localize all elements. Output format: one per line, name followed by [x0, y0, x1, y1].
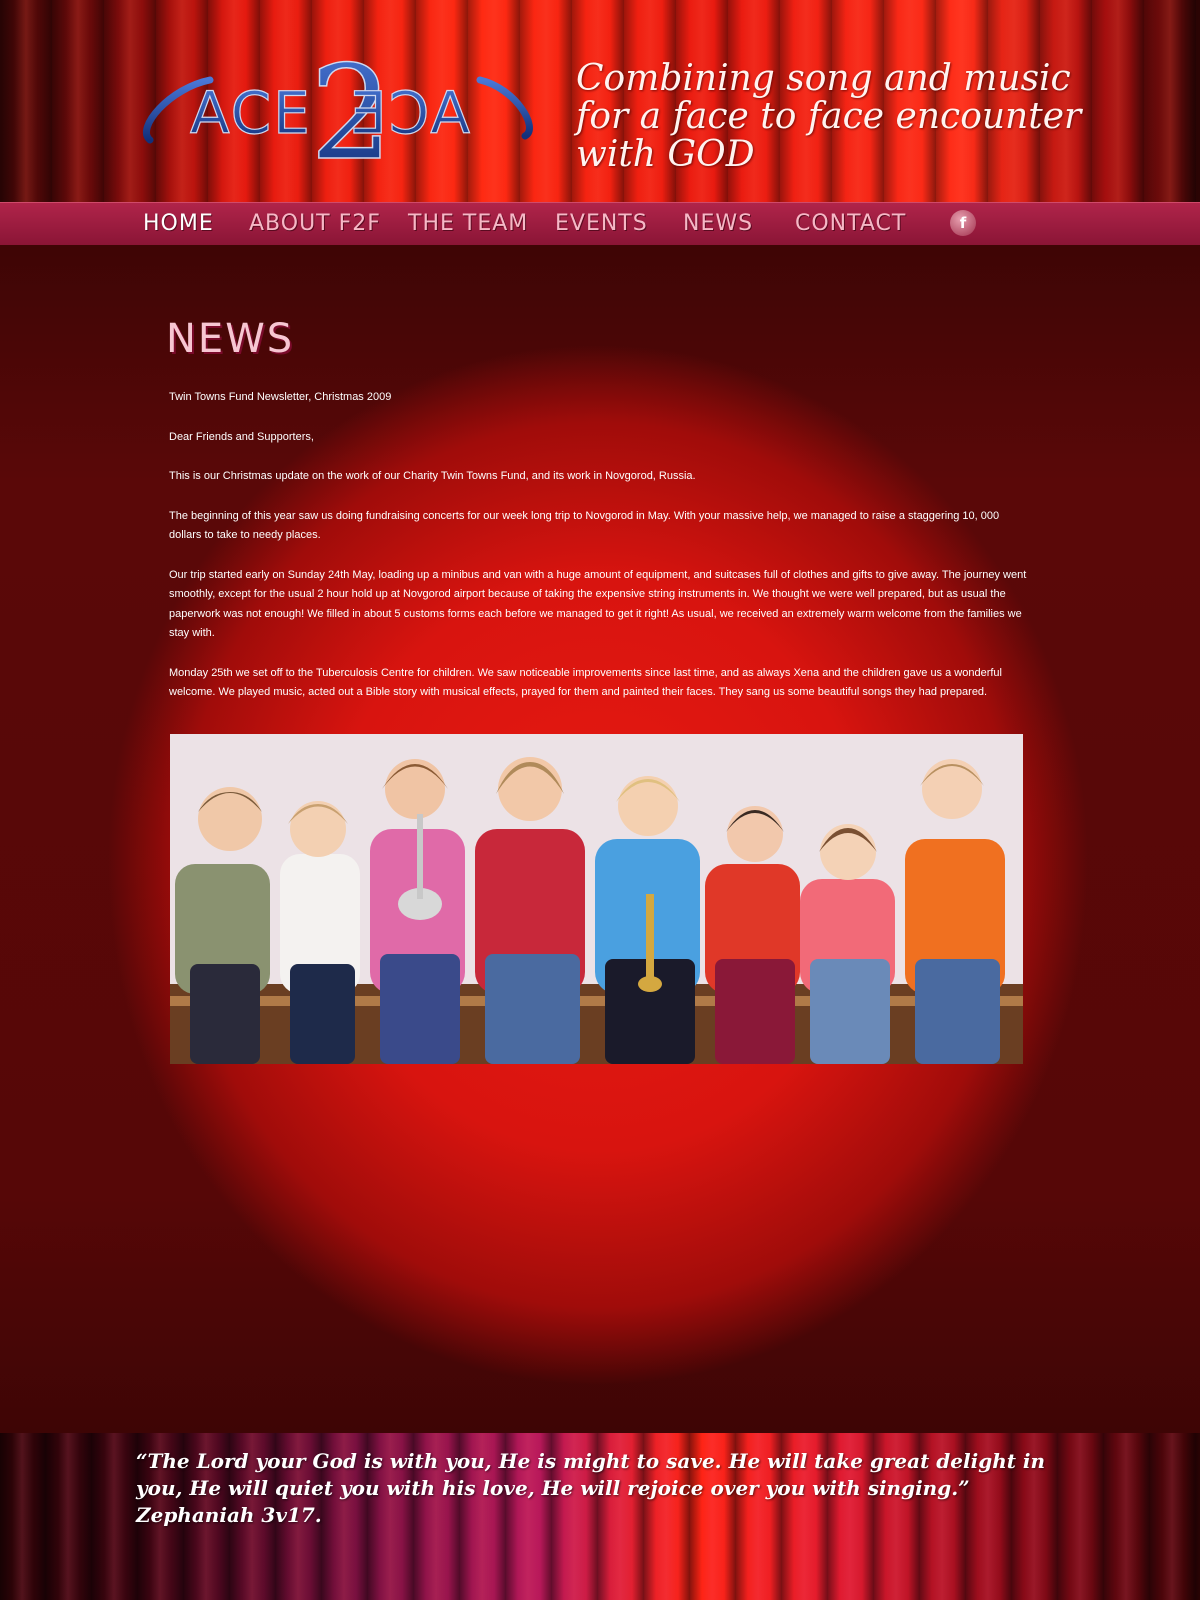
article-paragraph: The beginning of this year saw us doing … [169, 509, 1000, 542]
children-photo [170, 734, 1023, 1064]
article-paragraph: This is our Christmas update on the work… [169, 470, 696, 482]
nav-events[interactable]: EVENTS [555, 211, 648, 236]
nav-about[interactable]: ABOUT F2F [249, 211, 381, 236]
main-nav: HOME ABOUT F2F THE TEAM EVENTS NEWS CONT… [0, 202, 1200, 246]
article-paragraph: Twin Towns Fund Newsletter, Christmas 20… [169, 391, 392, 403]
news-article: Twin Towns Fund Newsletter, Christmas 20… [169, 388, 1029, 723]
bible-quote: “The Lord your God is with you, He is mi… [136, 1449, 1046, 1527]
nav-news[interactable]: NEWS [683, 211, 753, 236]
svg-text:ACE: ACE [348, 79, 470, 147]
site-logo[interactable]: ACE 2 ACE [130, 28, 550, 173]
nav-contact[interactable]: CONTACT [795, 211, 906, 236]
nav-home[interactable]: HOME [143, 211, 214, 236]
page-title: NEWS [166, 316, 295, 362]
children-photo-illustration [170, 734, 1023, 1064]
svg-text:ACE: ACE [190, 79, 312, 147]
nav-team[interactable]: THE TEAM [408, 211, 528, 236]
article-paragraph: Dear Friends and Supporters, [169, 430, 314, 443]
article-paragraph: Our trip started early on Sunday 24th Ma… [169, 568, 1027, 640]
article-paragraph: Monday 25th we set off to the Tuberculos… [169, 666, 1002, 699]
facebook-icon[interactable]: f [950, 210, 976, 236]
site-tagline: Combining song and music for a face to f… [576, 58, 1082, 175]
site-header: ACE 2 ACE Combining song and music for a… [0, 0, 1200, 202]
